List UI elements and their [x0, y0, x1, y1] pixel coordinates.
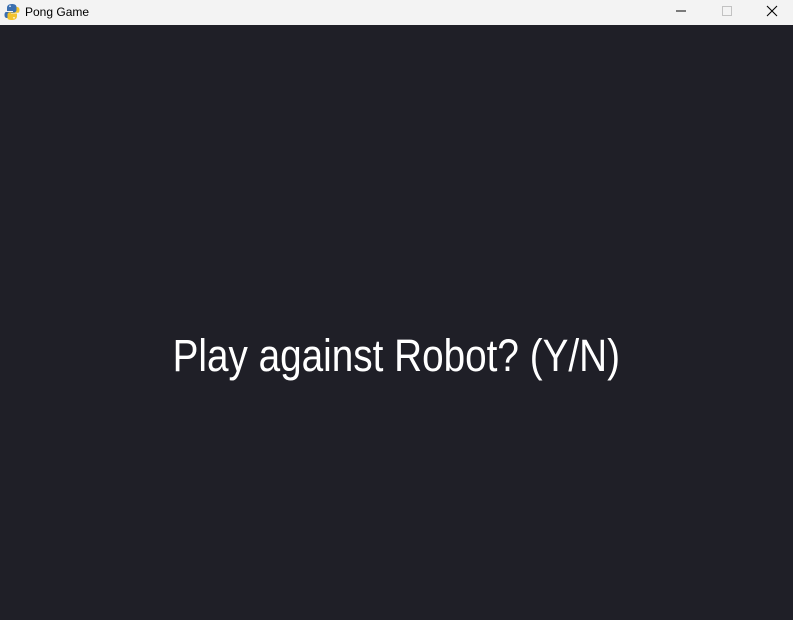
close-button[interactable]: [749, 0, 793, 25]
minimize-icon: [675, 4, 687, 22]
maximize-button[interactable]: [704, 0, 750, 25]
play-vs-robot-prompt: Play against Robot? (Y/N): [172, 330, 620, 381]
maximize-icon: [721, 4, 733, 22]
minimize-button[interactable]: [658, 0, 704, 25]
window-title: Pong Game: [25, 5, 90, 19]
title-bar[interactable]: Pong Game: [0, 0, 793, 25]
game-canvas[interactable]: Play against Robot? (Y/N): [0, 25, 793, 620]
close-icon: [766, 4, 778, 22]
app-window: Pong Game Play against Robot? (Y/N): [0, 0, 793, 620]
python-snake-icon: [4, 3, 20, 21]
